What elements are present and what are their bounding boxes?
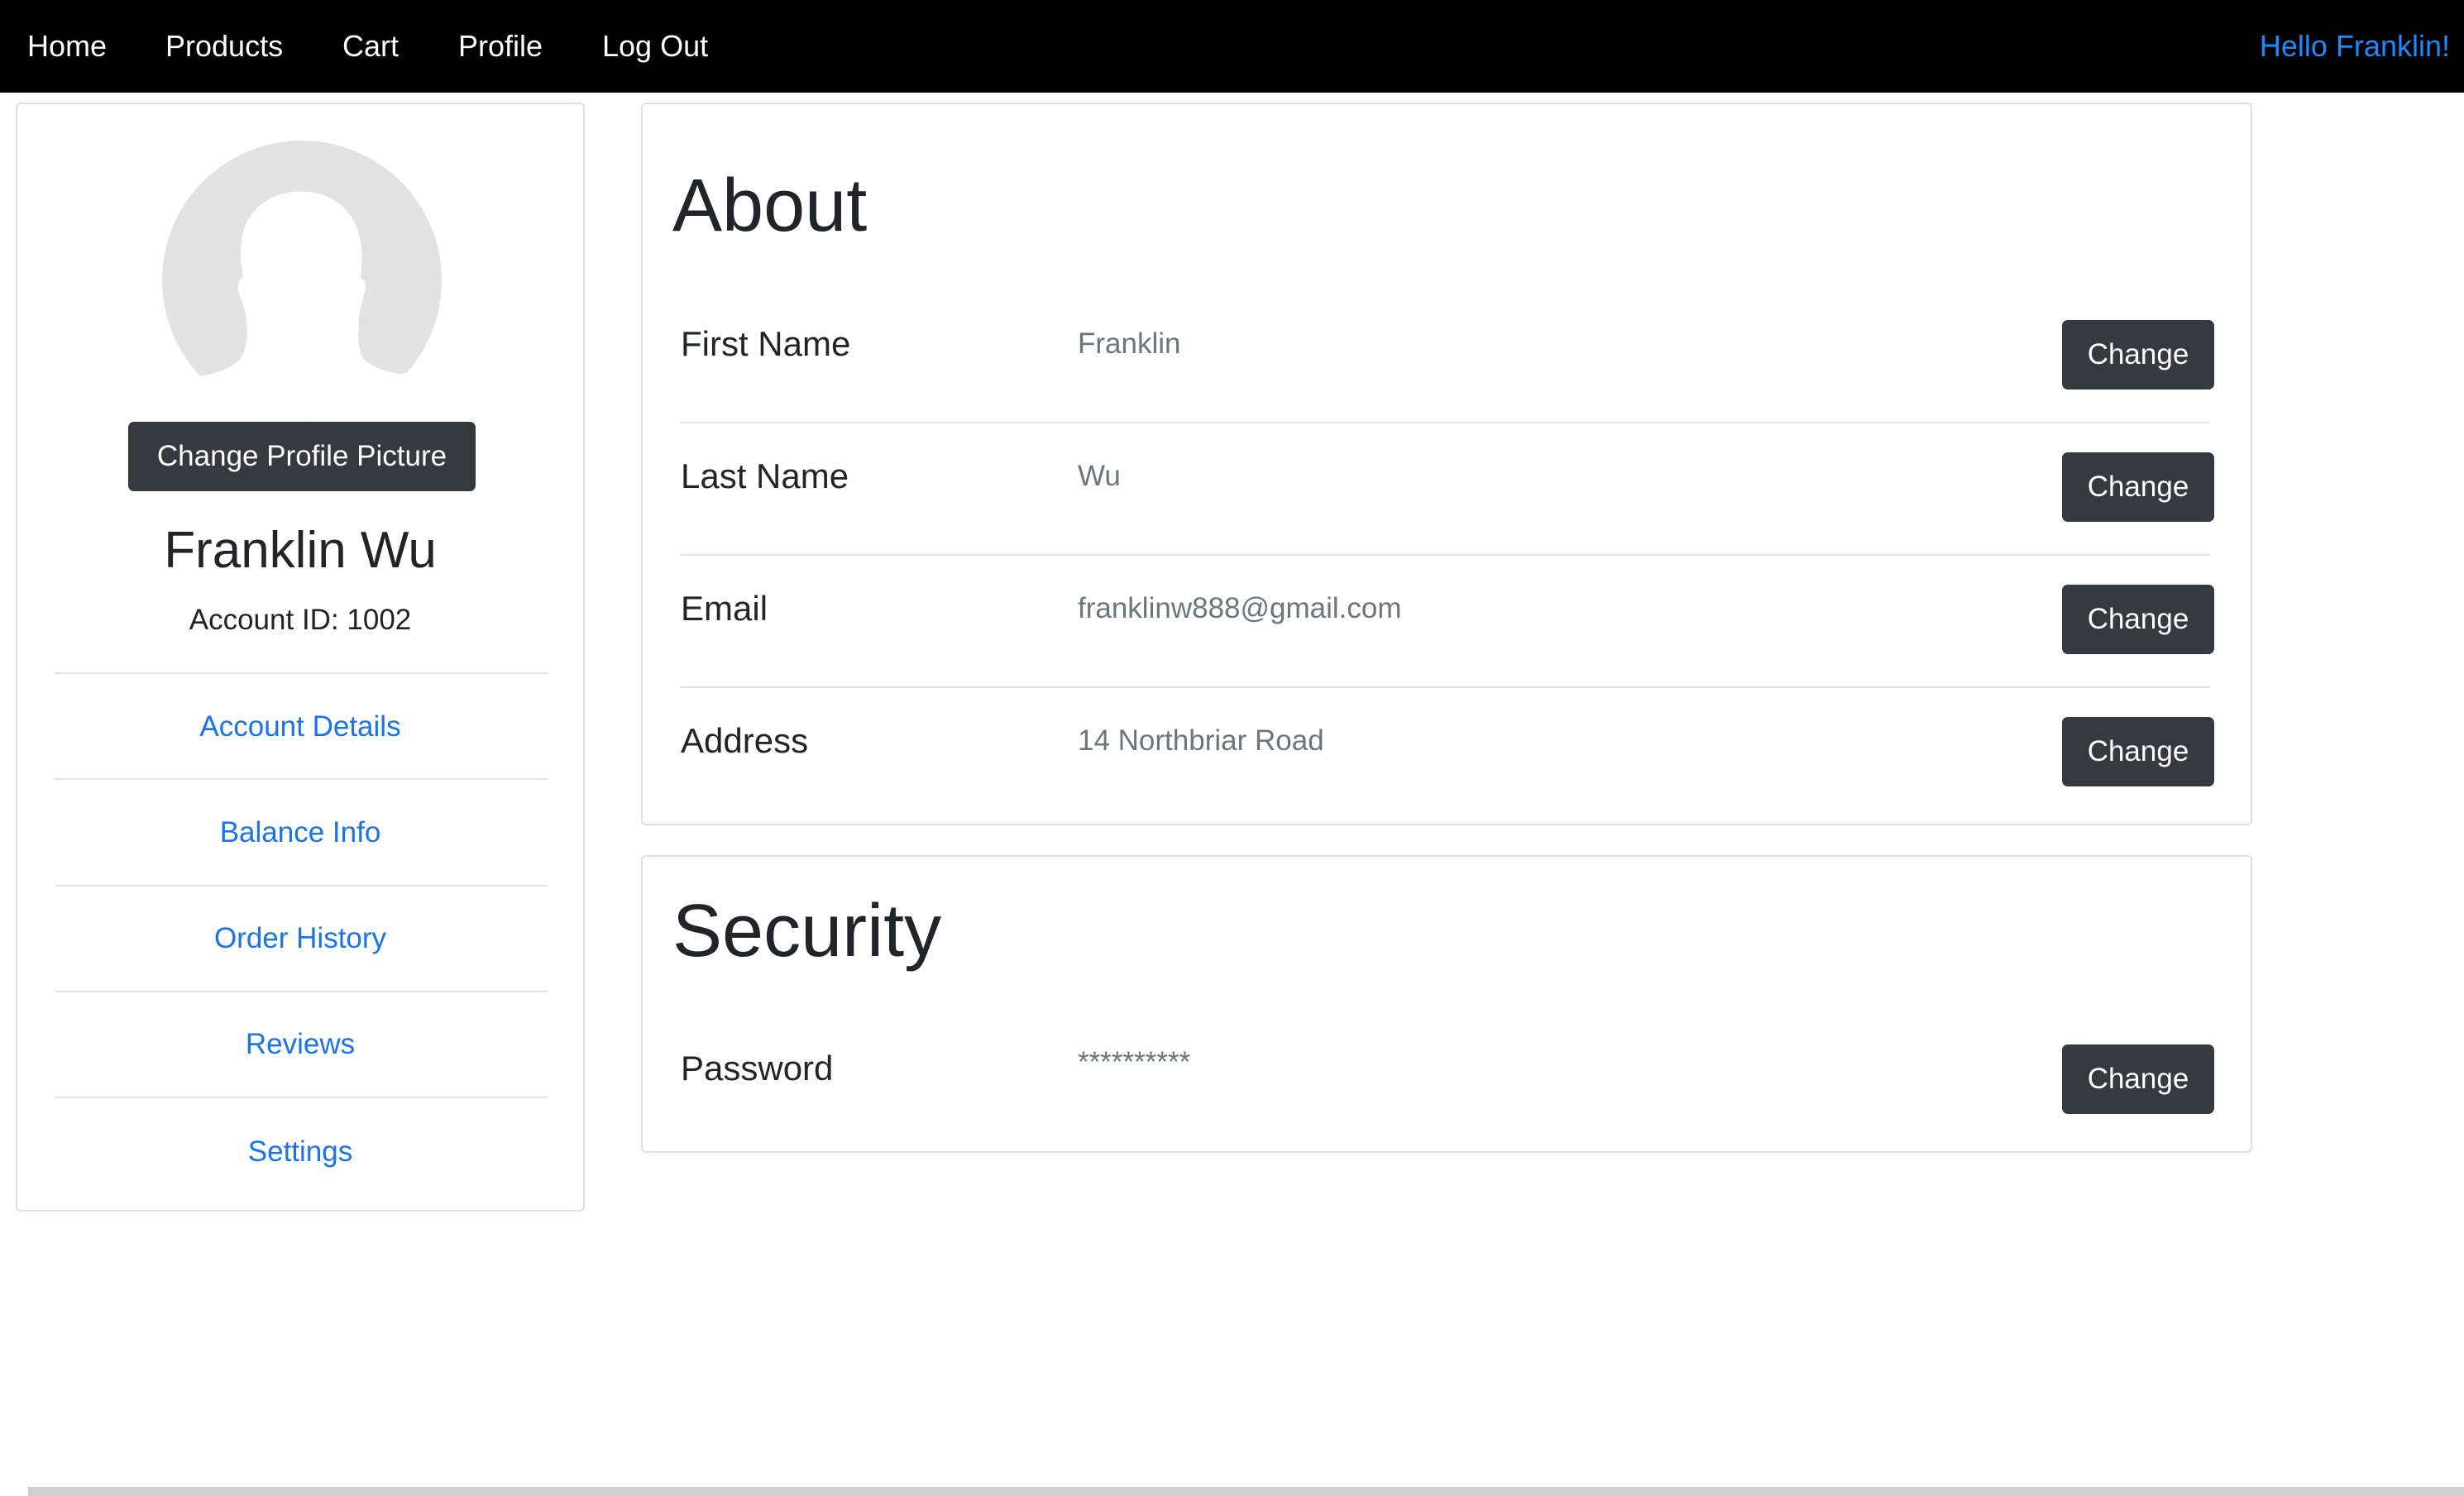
row-divider: [680, 422, 2210, 423]
user-greeting[interactable]: Hello Franklin!: [2260, 25, 2450, 68]
sidebar-link-balance-info[interactable]: Balance Info: [17, 812, 583, 853]
user-silhouette-icon: [162, 191, 442, 420]
nav-profile-link[interactable]: Profile: [458, 25, 543, 68]
password-value: **********: [1078, 1046, 1191, 1078]
sidebar-link-reviews[interactable]: Reviews: [17, 1024, 583, 1065]
first-name-value: Franklin: [1078, 327, 1181, 360]
account-id: Account ID: 1002: [189, 604, 412, 636]
last-name-label: Last Name: [681, 456, 849, 495]
change-email-button[interactable]: Change: [2062, 585, 2214, 654]
sidebar-divider: [55, 991, 548, 992]
change-profile-picture-button[interactable]: Change Profile Picture: [128, 422, 476, 491]
about-title: About: [672, 165, 868, 247]
password-label: Password: [681, 1049, 834, 1087]
security-card: Security Password ********** Change: [641, 855, 2252, 1153]
nav-cart-link[interactable]: Cart: [342, 25, 399, 68]
sidebar-link-order-history[interactable]: Order History: [17, 918, 583, 959]
first-name-label: First Name: [681, 324, 851, 363]
sidebar-link-account-details[interactable]: Account Details: [17, 706, 583, 748]
email-value: franklinw888@gmail.com: [1078, 592, 1402, 624]
change-address-button[interactable]: Change: [2062, 717, 2214, 786]
sidebar-divider: [55, 885, 548, 887]
sidebar-divider: [55, 778, 548, 780]
profile-sidebar: Change Profile Picture Franklin Wu Accou…: [16, 103, 585, 1212]
row-divider: [680, 686, 2210, 688]
sidebar-divider: [55, 1097, 548, 1098]
email-label: Email: [681, 589, 768, 628]
profile-full-name: Franklin Wu: [164, 522, 437, 579]
change-first-name-button[interactable]: Change: [2062, 320, 2214, 390]
nav-logout-link[interactable]: Log Out: [602, 25, 708, 68]
sidebar-divider: [55, 672, 548, 674]
avatar: [162, 141, 442, 420]
about-card: About First Name Franklin Change Last Na…: [641, 103, 2252, 825]
address-value: 14 Northbriar Road: [1078, 724, 1324, 757]
address-label: Address: [681, 721, 809, 760]
nav-products-link[interactable]: Products: [165, 25, 283, 68]
change-password-button[interactable]: Change: [2062, 1044, 2214, 1114]
last-name-value: Wu: [1078, 460, 1121, 492]
top-navbar: Home Products Cart Profile Log Out Hello…: [0, 0, 2464, 93]
sidebar-link-settings[interactable]: Settings: [17, 1131, 583, 1173]
row-divider: [680, 554, 2210, 556]
horizontal-scrollbar[interactable]: [28, 1487, 2464, 1496]
change-last-name-button[interactable]: Change: [2062, 452, 2214, 522]
security-title: Security: [672, 890, 942, 973]
nav-home-link[interactable]: Home: [27, 25, 107, 68]
